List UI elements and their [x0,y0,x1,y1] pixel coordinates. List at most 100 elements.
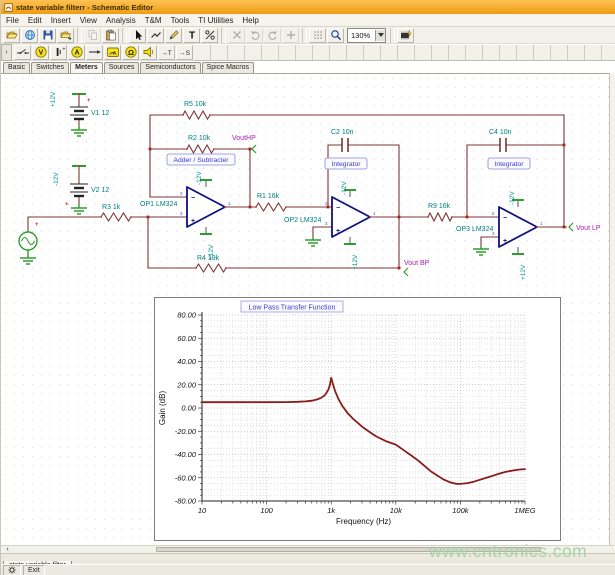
switch-tool-button[interactable] [14,45,31,60]
grid-icon [312,29,324,41]
menu-bar: File Edit Insert View Analysis T&M Tools… [1,14,615,27]
wire-cut-button[interactable] [201,28,218,43]
svg-text:100k: 100k [452,506,470,515]
wattmeter-tool-button[interactable] [104,45,121,60]
menu-tools[interactable]: Tools [171,16,190,25]
transfer-function-chart: 80.0060.0040.0020.000.00-20.00-40.00-60.… [155,298,560,540]
redo-button[interactable] [264,28,281,43]
signal-t-tool-button[interactable]: →T [158,45,175,60]
annotation-adder-subtracter[interactable]: Adder / Subtracter [167,154,235,165]
probe-tool-button[interactable] [86,45,103,60]
undo-button[interactable] [246,28,263,43]
window-title: state variable filterr - Schematic Edito… [16,3,153,12]
label-r9: R9 16k [428,203,451,210]
open-icon [6,29,18,41]
annotation-integrator-2[interactable]: Integrator [488,158,530,169]
status-bar: Exit [1,564,615,575]
node-vout-bp[interactable]: Vout BP [404,260,430,276]
palette-tab-basic[interactable]: Basic [3,62,30,73]
zoom-magnifier-button[interactable] [327,28,344,43]
palette-tab-spice-macros[interactable]: Spice Macros [202,62,254,73]
status-gear-panel[interactable] [3,565,21,575]
label-op3: OP3 LM324 [456,226,493,233]
redo-icon [267,29,279,41]
label-v2: V2 12 [91,187,109,194]
ammeter-tool-button[interactable]: A [68,45,85,60]
label-r4: R4 19k [197,255,220,262]
svg-text:-12V: -12V [509,191,516,205]
zoom-level-value: 130% [351,31,375,40]
wire-button[interactable] [147,28,164,43]
palette-tab-semiconductors[interactable]: Semiconductors [140,62,200,73]
svg-text:-40.00: -40.00 [175,450,197,459]
label-minus12-rail: -12V [53,172,60,186]
svg-text:+: + [35,222,39,228]
svg-text:3: 3 [325,221,328,226]
ohmmeter-tool-button[interactable]: Ω [122,45,139,60]
palette-tab-switches[interactable]: Switches [31,62,69,73]
node-vout-lp[interactable]: Vout LP [569,223,601,232]
horizontal-scrollbar[interactable]: ‹ [1,545,615,553]
probe-icon [88,45,102,59]
vertical-scrollbar[interactable] [609,73,615,545]
palette-tab-sources[interactable]: Sources [104,62,140,73]
svg-text:-20.00: -20.00 [175,427,197,436]
menu-analysis[interactable]: Analysis [106,16,136,25]
battery-tester-tool-button[interactable]: + [50,45,67,60]
transfer-function-panel[interactable]: 80.0060.0040.0020.000.00-20.00-40.00-60.… [154,297,561,541]
grid-button[interactable] [309,28,326,43]
svg-text:+12V: +12V [520,264,527,280]
menu-edit[interactable]: Edit [28,16,42,25]
menu-ti-utilities[interactable]: TI Utilities [198,16,233,25]
svg-text:100: 100 [260,506,273,515]
interactive-mode-button[interactable] [397,28,414,43]
speaker-tool-button[interactable] [140,45,157,60]
component-op3[interactable]: − + 2 3 1 OP3 LM324 -12V +12V [456,191,543,280]
signal-s-icon: →S [177,45,192,59]
title-bar[interactable]: state variable filterr - Schematic Edito… [1,0,615,14]
exit-button[interactable]: Exit [23,565,45,575]
open-button[interactable] [3,28,20,43]
export-folder-button[interactable] [57,28,74,43]
zoom-level-select[interactable]: 130% [347,28,386,43]
palette-scroll-left-button[interactable]: ‹ [1,44,12,61]
component-op2[interactable]: − + 2 3 1 OP2 LM324 -12V +12V [284,181,376,270]
menu-file[interactable]: File [6,16,19,25]
add-icon [285,29,297,41]
menu-help[interactable]: Help [242,16,258,25]
component-v1[interactable]: + V1 12 [70,94,109,119]
node-vout-hp[interactable]: VoutHP [232,135,256,153]
menu-view[interactable]: View [80,16,97,25]
ohmmeter-icon: Ω [124,45,138,59]
palette-empty-slots [194,44,615,61]
text-button[interactable]: T [183,28,200,43]
scroll-left-icon[interactable]: ‹ [3,546,12,553]
annotation-integrator-1[interactable]: Integrator [325,158,367,169]
component-palette-bar: ‹ V + A Ω →T →S [1,44,615,61]
menu-insert[interactable]: Insert [51,16,71,25]
wires[interactable] [28,94,567,268]
toolbar-separator [302,28,307,43]
paste-button[interactable] [102,28,119,43]
select-arrow-button[interactable] [129,28,146,43]
add-button[interactable] [282,28,299,43]
signal-s-tool-button[interactable]: →S [176,45,193,60]
zoom-level-dropdown-button[interactable] [375,30,385,41]
toolbar-separator [77,28,82,43]
save-button[interactable] [39,28,56,43]
schematic-canvas[interactable]: + V1 12 + V2 12 [1,73,609,545]
delete-button[interactable] [228,28,245,43]
export-folder-icon [60,29,72,41]
scrollbar-thumb[interactable] [156,547,541,552]
copy-button[interactable] [84,28,101,43]
component-vg1[interactable]: + [19,222,39,250]
svg-text:+: + [65,202,69,208]
component-op1[interactable]: − + 2 3 1 OP1 LM324 -12V +12V [140,171,231,260]
svg-text:−: − [191,195,195,202]
pencil-button[interactable] [165,28,182,43]
component-v2[interactable]: + V2 12 [65,166,109,208]
voltmeter-tool-button[interactable]: V [32,45,49,60]
globe-icon [24,29,36,41]
globe-button[interactable] [21,28,38,43]
menu-tm[interactable]: T&M [145,16,162,25]
